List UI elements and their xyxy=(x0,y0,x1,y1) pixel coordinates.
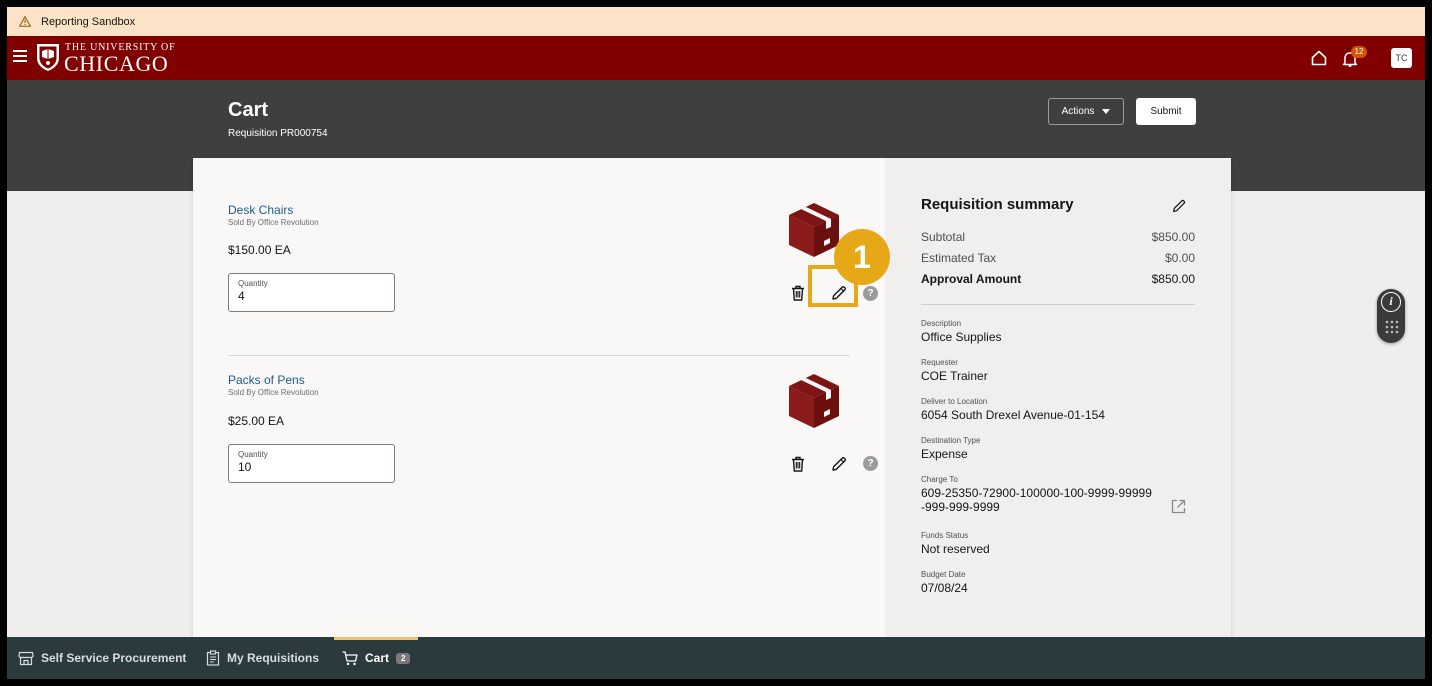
field-value: 609-25350-72900-100000-100-9999-99999-99… xyxy=(921,486,1152,514)
app-window: Reporting Sandbox THE UNIVERSITY OF CHIC… xyxy=(7,7,1425,679)
help-icon[interactable]: ? xyxy=(863,456,878,471)
edit-summary-icon[interactable] xyxy=(1171,198,1187,214)
university-crest-logo xyxy=(37,44,59,71)
user-avatar[interactable]: TC xyxy=(1391,48,1412,68)
info-icon: i xyxy=(1381,292,1401,312)
field-value: COE Trainer xyxy=(921,369,988,383)
approval-amount-value: $850.00 xyxy=(1151,272,1195,286)
tax-label: Estimated Tax xyxy=(921,251,997,265)
budget-date-field: Budget Date 07/08/24 xyxy=(921,570,1161,595)
menu-icon[interactable] xyxy=(13,50,27,62)
university-name-line2: CHICAGO xyxy=(64,51,169,76)
deliver-to-location-field: Deliver to Location 6054 South Drexel Av… xyxy=(921,397,1161,422)
warning-icon xyxy=(17,16,33,27)
package-box-icon xyxy=(789,203,839,257)
notification-count-badge: 12 xyxy=(1351,46,1367,58)
quantity-input[interactable]: Quantity 4 xyxy=(228,273,395,312)
nav-cart[interactable]: Cart 2 xyxy=(333,637,419,679)
tax-value: $0.00 xyxy=(1164,251,1195,265)
charge-to-field: Charge To 609-25350-72900-100000-100-999… xyxy=(921,475,1153,514)
actions-menu-button[interactable]: Actions xyxy=(1048,98,1124,125)
subtotal-value: $850.00 xyxy=(1151,230,1195,244)
cart-item: Desk Chairs Sold By Office Revolution $1… xyxy=(228,203,848,312)
clipboard-icon xyxy=(206,650,220,666)
open-external-icon[interactable] xyxy=(1170,498,1187,515)
caret-down-icon xyxy=(1102,109,1111,114)
quantity-value: 10 xyxy=(238,460,252,474)
item-name-link[interactable]: Packs of Pens xyxy=(228,373,848,387)
home-icon[interactable] xyxy=(1310,49,1328,67)
field-value: 6054 South Drexel Avenue-01-154 xyxy=(921,408,1105,422)
nav-label: Cart xyxy=(365,651,390,665)
guided-help-widget[interactable]: i xyxy=(1377,289,1405,343)
field-value: 07/08/24 xyxy=(921,581,968,595)
field-label: Deliver to Location xyxy=(921,397,988,406)
subtotal-row: Subtotal $850.00 xyxy=(921,230,1195,244)
keypad-dots-icon xyxy=(1385,320,1399,334)
requester-field: Requester COE Trainer xyxy=(921,358,1161,383)
brand-bar: THE UNIVERSITY OF CHICAGO 12 TC xyxy=(7,36,1425,80)
field-label: Charge To xyxy=(921,475,958,484)
actions-label: Actions xyxy=(1061,106,1095,117)
help-icon[interactable]: ? xyxy=(863,286,878,301)
page-title: Cart xyxy=(228,99,269,121)
tax-row: Estimated Tax $0.00 xyxy=(921,251,1195,265)
cart-icon xyxy=(342,650,358,665)
delete-item-icon[interactable] xyxy=(789,455,807,473)
cart-items-list: Desk Chairs Sold By Office Revolution $1… xyxy=(193,158,885,638)
package-box-icon xyxy=(789,374,839,428)
store-icon xyxy=(18,651,34,665)
cart-card: Desk Chairs Sold By Office Revolution $1… xyxy=(193,158,1231,638)
field-label: Funds Status xyxy=(921,531,969,540)
submit-button[interactable]: Submit xyxy=(1136,98,1196,125)
item-price: $150.00 EA xyxy=(228,243,291,257)
edit-item-icon[interactable] xyxy=(830,455,848,473)
quantity-label: Quantity xyxy=(238,279,268,288)
nav-label: Self Service Procurement xyxy=(41,651,187,665)
approval-amount-label: Approval Amount xyxy=(921,272,1022,286)
item-seller: Sold By Office Revolution xyxy=(228,388,319,397)
item-name-link[interactable]: Desk Chairs xyxy=(228,203,848,217)
field-label: Destination Type xyxy=(921,436,981,445)
cart-count-badge: 2 xyxy=(396,652,411,664)
nav-my-requisitions[interactable]: My Requisitions xyxy=(206,637,319,679)
field-value: Not reserved xyxy=(921,542,990,556)
environment-name: Reporting Sandbox xyxy=(41,15,136,28)
field-label: Requester xyxy=(921,358,958,367)
quantity-value: 4 xyxy=(238,289,245,303)
summary-divider xyxy=(921,304,1195,305)
summary-title: Requisition summary xyxy=(921,196,1074,213)
requisition-number: Requisition PR000754 xyxy=(228,128,328,139)
bottom-navigation: Self Service Procurement My Requisitions… xyxy=(7,637,1425,679)
quantity-input[interactable]: Quantity 10 xyxy=(228,444,395,483)
item-price: $25.00 EA xyxy=(228,414,285,428)
field-label: Budget Date xyxy=(921,570,966,579)
environment-banner: Reporting Sandbox xyxy=(7,7,1425,36)
field-label: Description xyxy=(921,319,962,328)
subtotal-label: Subtotal xyxy=(921,230,966,244)
tutorial-step-badge: 1 xyxy=(834,229,890,285)
field-value: Office Supplies xyxy=(921,330,1002,344)
field-value: Expense xyxy=(921,447,968,461)
quantity-label: Quantity xyxy=(238,450,268,459)
delete-item-icon[interactable] xyxy=(789,284,807,302)
item-divider xyxy=(228,355,850,356)
description-field: Description Office Supplies xyxy=(921,319,1161,344)
item-seller: Sold By Office Revolution xyxy=(228,218,319,227)
approval-amount-row: Approval Amount $850.00 xyxy=(921,272,1195,286)
destination-type-field: Destination Type Expense xyxy=(921,436,1161,461)
cart-item: Packs of Pens Sold By Office Revolution … xyxy=(228,373,848,483)
nav-label: My Requisitions xyxy=(227,651,320,665)
nav-self-service-procurement[interactable]: Self Service Procurement xyxy=(18,637,186,679)
funds-status-field: Funds Status Not reserved xyxy=(921,531,1161,556)
requisition-summary-panel: Requisition summary Subtotal $850.00 Est… xyxy=(885,158,1231,638)
